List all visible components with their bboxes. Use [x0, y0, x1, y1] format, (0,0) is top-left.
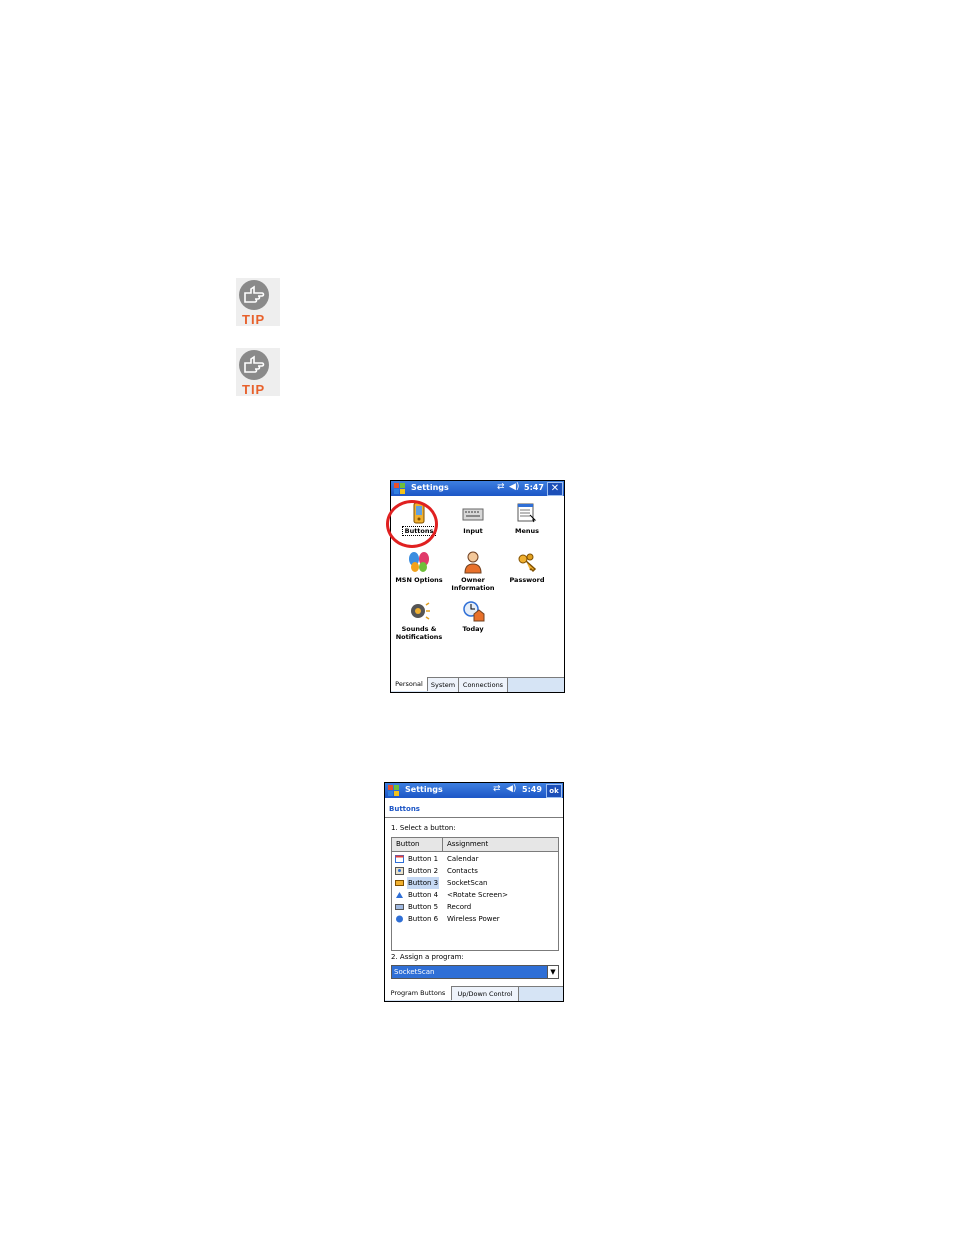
- assignment: Calendar: [447, 855, 479, 863]
- assignment: Wireless Power: [447, 915, 500, 923]
- speaker-sound-icon: [407, 599, 431, 623]
- clock[interactable]: 5:47: [524, 483, 544, 492]
- button-name: Button 5: [408, 903, 439, 911]
- settings-item-label: Input: [463, 527, 483, 535]
- settings-item-password[interactable]: Password: [500, 550, 554, 584]
- program-select[interactable]: SocketScan ▼: [391, 965, 559, 979]
- settings-item-label: Sounds & Notifications: [395, 625, 443, 641]
- tab-program-buttons[interactable]: Program Buttons: [385, 986, 452, 1000]
- program-select-value: SocketScan: [394, 968, 435, 976]
- assignment: Contacts: [447, 867, 478, 875]
- button-name: Button 4: [408, 891, 439, 899]
- record-icon: [395, 903, 404, 911]
- step-2-label: 2. Assign a program:: [391, 953, 464, 961]
- tip-label: TIP: [242, 312, 266, 327]
- tab-system[interactable]: System: [428, 677, 459, 692]
- keyboard-icon: [461, 501, 485, 525]
- column-divider[interactable]: [442, 838, 443, 851]
- table-row[interactable]: Button 6 Wireless Power: [392, 913, 558, 925]
- table-row[interactable]: Button 1 Calendar: [392, 853, 558, 865]
- clock[interactable]: 5:49: [522, 785, 542, 794]
- tab-personal[interactable]: Personal: [391, 677, 428, 691]
- button-name: Button 3: [407, 877, 440, 889]
- highlight-circle: [386, 500, 438, 548]
- assignment: Record: [447, 903, 472, 911]
- calendar-icon: [395, 855, 404, 863]
- rotate-screen-icon: [395, 891, 404, 899]
- settings-item-menus[interactable]: Menus: [500, 501, 554, 535]
- tab-bar: Program Buttons Up/Down Control: [385, 986, 563, 1001]
- window-title: Settings: [411, 483, 449, 492]
- column-header-assignment[interactable]: Assignment: [447, 838, 488, 851]
- connectivity-icon[interactable]: ⇄: [497, 482, 505, 492]
- tab-connections[interactable]: Connections: [459, 677, 508, 692]
- pointing-hand-icon: [239, 350, 269, 380]
- button-name: Button 6: [408, 915, 439, 923]
- msn-butterfly-icon: [407, 550, 431, 574]
- chevron-down-icon[interactable]: ▼: [547, 966, 558, 978]
- tab-up-down-control[interactable]: Up/Down Control: [452, 986, 519, 1001]
- assignment: <Rotate Screen>: [447, 891, 508, 899]
- window-title: Settings: [405, 785, 443, 794]
- tip-icon: TIP: [236, 278, 280, 327]
- settings-item-msn-options[interactable]: MSN Options: [392, 550, 446, 584]
- wireless-power-icon: [395, 915, 404, 923]
- settings-item-sounds-notifications[interactable]: Sounds & Notifications: [392, 599, 446, 641]
- table-row[interactable]: Button 3 SocketScan: [392, 877, 558, 889]
- ok-button[interactable]: ok: [546, 784, 562, 798]
- speaker-icon[interactable]: ◀): [509, 482, 519, 492]
- page-title: Buttons: [389, 805, 420, 813]
- settings-item-today[interactable]: Today: [446, 599, 500, 633]
- button-list[interactable]: Button Assignment Button 1 Calendar Butt…: [391, 837, 559, 951]
- windows-start-icon[interactable]: [393, 482, 406, 495]
- button-name: Button 1: [408, 855, 439, 863]
- tab-bar: Personal System Connections: [391, 677, 564, 692]
- windows-start-icon[interactable]: [387, 784, 400, 797]
- table-row[interactable]: Button 4 <Rotate Screen>: [392, 889, 558, 901]
- pointing-hand-icon: [239, 280, 269, 310]
- close-button[interactable]: ✕: [547, 482, 563, 496]
- step-1-label: 1. Select a button:: [391, 824, 456, 832]
- tip-icon: TIP: [236, 348, 280, 397]
- speaker-icon[interactable]: ◀): [506, 784, 516, 794]
- settings-item-input[interactable]: Input: [446, 501, 500, 535]
- socketscan-icon: [395, 879, 404, 887]
- list-header: Button Assignment: [392, 838, 558, 852]
- divider: [385, 817, 563, 818]
- settings-item-label: MSN Options: [395, 576, 443, 584]
- tip-label: TIP: [242, 382, 266, 397]
- settings-buttons-screenshot: Settings ⇄ ◀) 5:49 ok Buttons 1. Select …: [384, 782, 564, 1002]
- table-row[interactable]: Button 5 Record: [392, 901, 558, 913]
- title-bar: Settings ⇄ ◀) 5:49 ok: [385, 783, 563, 798]
- settings-item-label: Owner Information: [451, 576, 495, 592]
- owner-person-icon: [461, 550, 485, 574]
- menus-icon: [515, 501, 539, 525]
- title-bar: Settings ⇄ ◀) 5:47 ✕: [391, 481, 564, 496]
- contacts-icon: [395, 867, 404, 875]
- assignment: SocketScan: [447, 879, 488, 887]
- table-row[interactable]: Button 2 Contacts: [392, 865, 558, 877]
- button-name: Button 2: [408, 867, 439, 875]
- settings-item-label: Password: [509, 576, 545, 584]
- today-clock-icon: [461, 599, 485, 623]
- connectivity-icon[interactable]: ⇄: [493, 784, 501, 794]
- settings-item-owner-information[interactable]: Owner Information: [446, 550, 500, 592]
- settings-item-label: Menus: [514, 527, 539, 535]
- keys-icon: [515, 550, 539, 574]
- column-header-button[interactable]: Button: [396, 838, 419, 851]
- settings-item-label: Today: [462, 625, 484, 633]
